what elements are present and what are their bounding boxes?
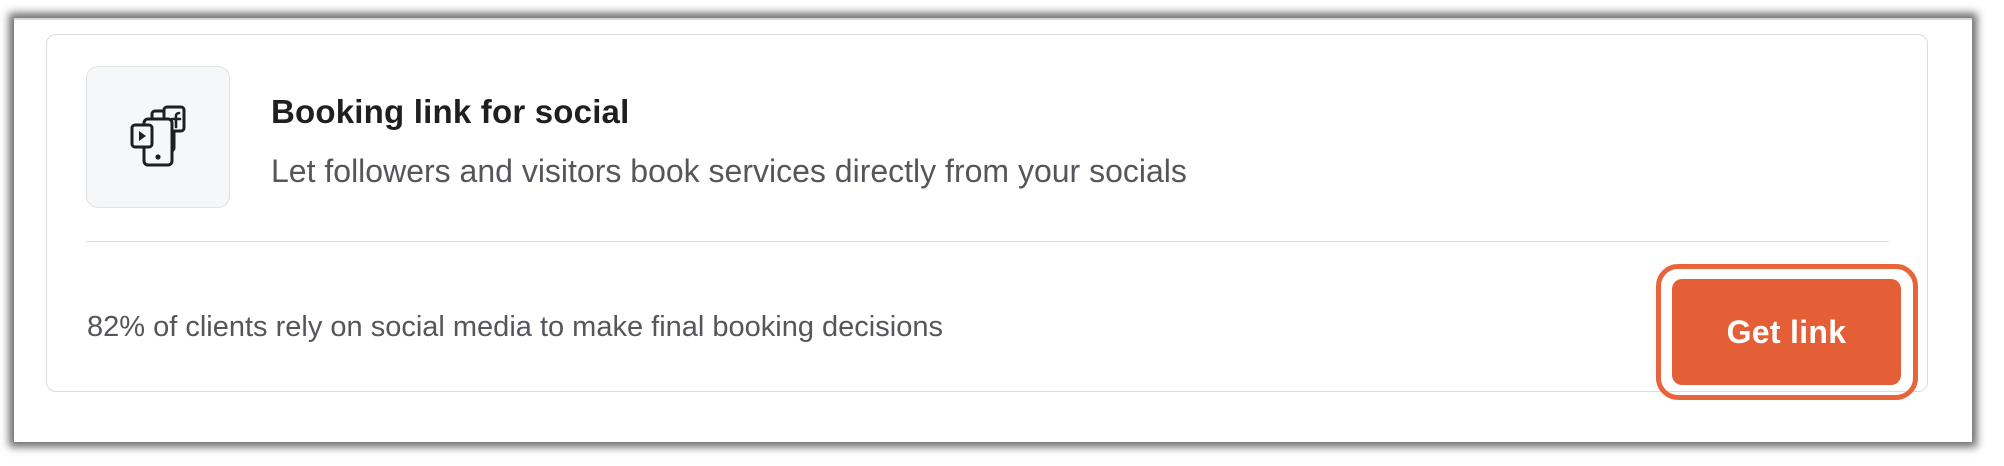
divider [86, 241, 1889, 242]
social-devices-icon [130, 105, 186, 167]
stat-text: 82% of clients rely on social media to m… [87, 311, 943, 343]
icon-tile [86, 66, 230, 208]
card-subtitle: Let followers and visitors book services… [271, 153, 1187, 189]
card-title: Booking link for social [271, 93, 630, 130]
booking-link-card: Booking link for social Let followers an… [46, 34, 1928, 400]
get-link-button[interactable]: Get link [1672, 279, 1901, 385]
